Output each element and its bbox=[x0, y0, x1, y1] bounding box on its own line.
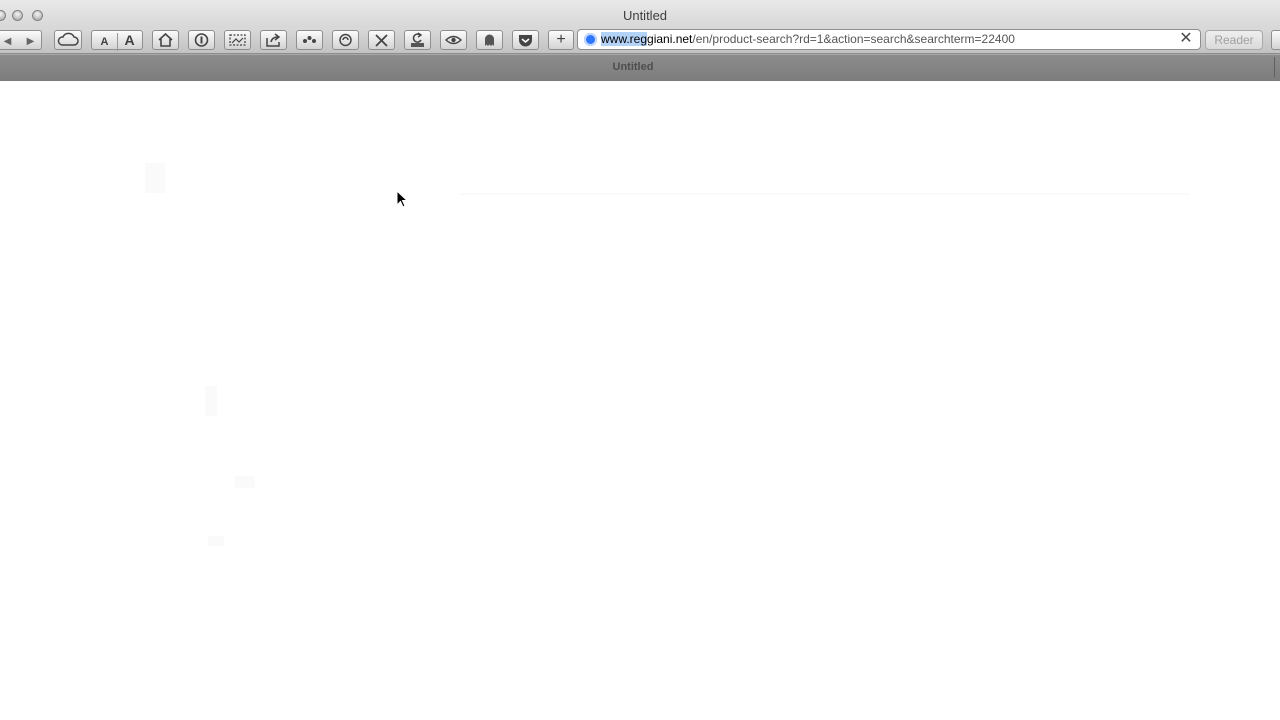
faint-rule bbox=[460, 193, 1190, 195]
screenshot-button[interactable] bbox=[224, 30, 251, 50]
mouse-cursor-icon bbox=[396, 190, 408, 208]
share-icon bbox=[266, 33, 281, 47]
title-bar: Untitled bbox=[0, 0, 1280, 30]
url-path-text: /en/product-search?rd=1&action=search&se… bbox=[692, 32, 1015, 46]
password-icon bbox=[194, 33, 209, 47]
tab-untitled[interactable]: Untitled bbox=[0, 60, 1266, 74]
spiral-icon bbox=[339, 33, 352, 47]
ghost-icon bbox=[485, 34, 494, 46]
reader-button[interactable]: Reader bbox=[1205, 30, 1263, 50]
pocket-button[interactable] bbox=[512, 30, 539, 50]
cloud-icon bbox=[57, 32, 79, 46]
close-icon[interactable]: ✕ bbox=[1178, 31, 1194, 47]
share-button[interactable] bbox=[260, 30, 287, 50]
home-button[interactable] bbox=[152, 30, 179, 50]
text-smaller-button[interactable]: A bbox=[93, 33, 118, 51]
back-forward-group: ◀ ▶ bbox=[0, 30, 42, 50]
add-button[interactable]: + bbox=[548, 30, 574, 50]
extension-button-2[interactable] bbox=[332, 30, 359, 50]
css-refresh-icon bbox=[411, 32, 424, 47]
extension-button-5[interactable] bbox=[440, 30, 467, 50]
extension-button-6[interactable] bbox=[476, 30, 503, 50]
extension-button-1[interactable] bbox=[296, 30, 323, 50]
password-button[interactable] bbox=[188, 30, 215, 50]
text-larger-button[interactable]: A bbox=[118, 31, 142, 49]
extension-button-4[interactable] bbox=[404, 30, 431, 50]
tab-divider bbox=[1274, 57, 1275, 77]
faint-block-1 bbox=[205, 386, 217, 416]
sidebar-toggle-button[interactable] bbox=[1271, 30, 1280, 50]
screenshot-icon bbox=[229, 34, 246, 46]
cloud-button[interactable] bbox=[54, 30, 82, 50]
eye-icon bbox=[444, 35, 463, 45]
pocket-icon bbox=[519, 35, 532, 47]
forward-icon[interactable]: ▶ bbox=[27, 36, 35, 47]
url-selected-text: www.reg bbox=[601, 32, 648, 46]
tools-icon bbox=[375, 34, 388, 47]
back-icon[interactable]: ◀ bbox=[4, 36, 12, 47]
globe-icon bbox=[584, 33, 597, 46]
window-title: Untitled bbox=[622, 8, 668, 23]
page-content bbox=[0, 81, 1280, 720]
home-icon bbox=[158, 32, 173, 47]
address-bar[interactable]: www.reggiani.net/en/product-search?rd=1&… bbox=[577, 29, 1201, 50]
text-size-group: AA bbox=[91, 30, 143, 51]
url-host-text: giani.net bbox=[647, 32, 693, 46]
faint-block-3 bbox=[208, 536, 224, 546]
url-field[interactable]: www.reggiani.net/en/product-search?rd=1&… bbox=[601, 32, 1015, 47]
faint-block-2 bbox=[235, 476, 255, 488]
faint-logo-placeholder bbox=[145, 163, 165, 193]
extension-button-3[interactable] bbox=[368, 30, 395, 50]
dots-icon bbox=[303, 36, 316, 43]
